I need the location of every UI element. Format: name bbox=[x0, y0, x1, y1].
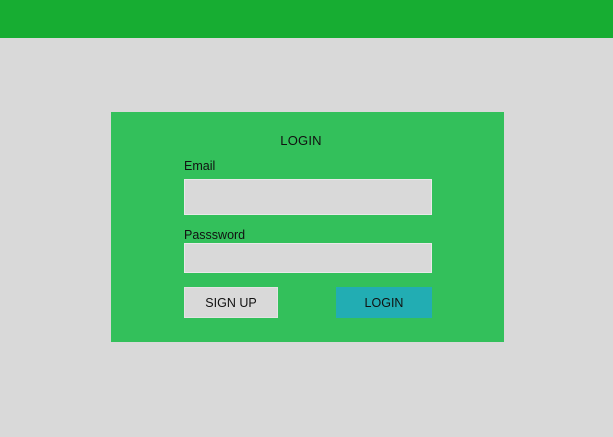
email-label: Email bbox=[184, 159, 216, 173]
password-label: Passsword bbox=[184, 228, 246, 242]
sign-up-button[interactable]: SIGN UP bbox=[184, 287, 278, 318]
top-header-bar bbox=[0, 0, 613, 38]
password-input[interactable] bbox=[184, 243, 432, 273]
login-panel: LOGIN Email Passsword SIGN UP LOGIN bbox=[111, 112, 504, 342]
email-input[interactable] bbox=[184, 179, 432, 215]
login-button[interactable]: LOGIN bbox=[336, 287, 432, 318]
login-title: LOGIN bbox=[280, 133, 322, 148]
